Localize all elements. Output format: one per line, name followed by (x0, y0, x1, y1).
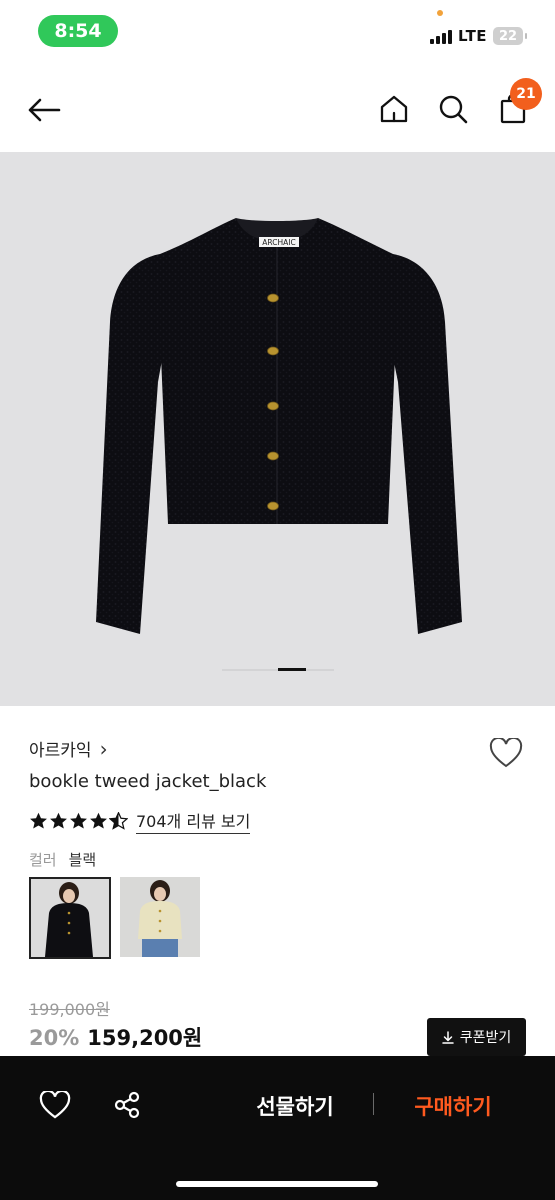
sale-price: 159,200원 (87, 1026, 203, 1050)
color-swatch-ivory[interactable] (120, 877, 200, 957)
back-button[interactable] (22, 88, 66, 132)
pagination-dot-active[interactable] (278, 668, 306, 671)
sale-price-row: 20% 159,200원 (29, 1022, 202, 1052)
back-arrow-icon (28, 98, 61, 122)
coupon-label: 쿠폰받기 (459, 1030, 512, 1046)
product-image[interactable]: ARCHAIC (0, 152, 555, 706)
pagination-dot[interactable] (306, 669, 334, 671)
brand-tag-text: ARCHAIC (262, 238, 295, 247)
rating-row: 704개 리뷰 보기 (29, 808, 251, 834)
review-link[interactable]: 704개 리뷰 보기 (136, 808, 251, 834)
pagination-dot[interactable] (222, 669, 252, 671)
home-button[interactable] (374, 89, 414, 129)
star-icon (90, 812, 107, 829)
share-icon (114, 1091, 140, 1119)
buy-button[interactable]: 구매하기 (398, 1088, 508, 1124)
discount-rate: 20% (29, 1026, 80, 1050)
model-photo-ivory (120, 877, 200, 957)
color-swatch-black[interactable] (29, 877, 111, 959)
signal-icon (430, 28, 452, 44)
share-button[interactable] (107, 1085, 147, 1125)
option-value: 블랙 (68, 851, 97, 869)
rating-stars (29, 812, 128, 830)
color-option: 컬러 블랙 (29, 849, 96, 870)
heart-icon (39, 1091, 71, 1119)
jacket-image: ARCHAIC (96, 218, 462, 634)
star-icon (70, 812, 87, 829)
product-title: bookle tweed jacket_black (29, 771, 267, 792)
pagination-dot[interactable] (252, 669, 278, 671)
search-icon (439, 95, 468, 124)
gift-button[interactable]: 선물하기 (240, 1088, 350, 1124)
brand-name: 아르카익 (29, 741, 92, 761)
status-time: 8:54 (38, 15, 118, 47)
half-star-icon (109, 812, 128, 830)
original-price: 199,000원 (29, 1000, 110, 1019)
brand-link[interactable]: 아르카익 › (29, 736, 108, 762)
bottom-action-bar (0, 1056, 555, 1200)
battery-level: 22 (499, 28, 518, 44)
cart-count-badge: 21 (510, 78, 542, 110)
star-icon (50, 812, 67, 829)
wishlist-button[interactable] (486, 733, 526, 773)
home-indicator[interactable] (176, 1181, 378, 1187)
coupon-button[interactable]: 쿠폰받기 (427, 1018, 526, 1056)
bar-divider (373, 1093, 374, 1115)
model-photo-black (31, 879, 109, 957)
network-label: LTE (458, 27, 488, 45)
search-button[interactable] (433, 89, 473, 129)
download-icon (441, 1030, 454, 1044)
status-indicators: LTE 22 (430, 24, 528, 48)
heart-icon (489, 738, 523, 768)
home-icon (380, 95, 408, 123)
bottom-like-button[interactable] (35, 1085, 75, 1125)
gallery-pagination (0, 668, 555, 672)
battery-icon: 22 (493, 27, 528, 45)
activity-dot (437, 10, 443, 16)
chevron-right-icon: › (99, 736, 108, 761)
option-label: 컬러 (29, 851, 57, 869)
star-icon (30, 812, 47, 829)
